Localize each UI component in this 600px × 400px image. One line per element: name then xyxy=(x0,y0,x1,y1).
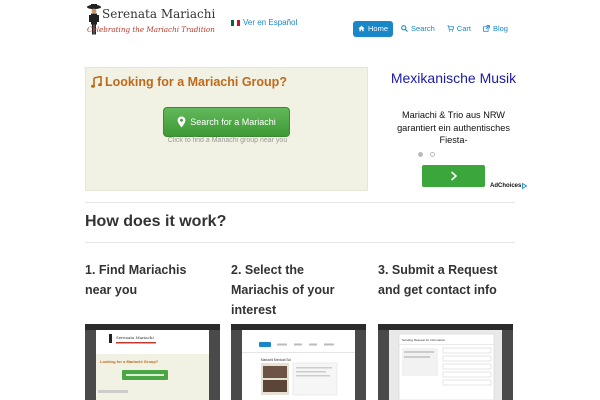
step-2-screenshot-content: Mariachi Mexicali Sol xyxy=(242,342,355,396)
ad-carousel-dot[interactable] xyxy=(430,152,435,157)
cart-icon xyxy=(447,25,454,32)
search-icon xyxy=(401,25,408,32)
advertisement[interactable]: Mexikanische Musik Mariachi & Trio aus N… xyxy=(382,67,528,193)
step-1-title: 1. Find Mariachis near you xyxy=(85,263,187,297)
hero-title-text: Looking for a Mariachi Group? xyxy=(105,75,287,89)
ad-carousel-dots xyxy=(418,152,458,157)
hero-search-panel: Looking for a Mariachi Group? Search for… xyxy=(85,67,368,191)
nav-search[interactable]: Search xyxy=(397,21,439,37)
chevron-right-icon xyxy=(450,171,457,181)
step-3-title: 3. Submit a Request and get contact info xyxy=(378,263,498,297)
thumb-site-title: Serenata Mariachi xyxy=(116,335,154,340)
site-logo[interactable]: Serenata Mariachi Celebrating the Mariac… xyxy=(86,2,220,36)
site-tagline: Celebrating the Mariachi Tradition xyxy=(87,25,215,34)
search-mariachi-button[interactable]: Search for a Mariachi xyxy=(163,107,290,137)
screenshot-page: Serenata Mariachi Looking for a Mariachi… xyxy=(96,330,209,400)
step-1-screenshot: Serenata Mariachi Looking for a Mariachi… xyxy=(85,324,220,400)
how-it-works-heading: How does it work? xyxy=(85,213,227,230)
mexico-flag-icon xyxy=(231,19,240,26)
divider xyxy=(85,242,515,243)
nav-home-label: Home xyxy=(368,24,389,33)
ad-text: Mariachi & Trio aus NRW garantiert ein a… xyxy=(397,110,510,145)
music-note-icon xyxy=(91,76,102,88)
hero-title: Looking for a Mariachi Group? xyxy=(91,75,287,89)
language-link[interactable]: Ver en Español xyxy=(231,18,297,27)
nav-blog-label: Blog xyxy=(492,24,508,33)
thumb-heading: Mariachi Mexicali Sol xyxy=(261,358,291,362)
ad-carousel-dot[interactable] xyxy=(418,152,423,157)
thumb-hero-title: Looking for a Mariachi Group? xyxy=(100,359,159,364)
ad-next-button[interactable] xyxy=(422,165,485,187)
adchoices-label: AdChoices xyxy=(490,183,522,189)
external-link-icon xyxy=(483,25,490,32)
ad-title[interactable]: Mexikanische Musik xyxy=(382,70,525,87)
main-nav: Home Search Cart Blog xyxy=(353,20,516,37)
nav-search-label: Search xyxy=(411,24,435,33)
adchoices-link[interactable]: AdChoices xyxy=(490,183,528,189)
screenshot-page: Sending Request for Information xyxy=(389,330,502,400)
search-mariachi-button-label: Search for a Mariachi xyxy=(190,117,276,127)
hero-hint: Click to find a Mariachi group near you xyxy=(167,137,288,144)
step-2-screenshot: Mariachi Mexicali Sol xyxy=(231,324,366,400)
screenshot-page: Mariachi Mexicali Sol xyxy=(242,330,355,400)
step-2-title: 2. Select the Mariachis of your interest xyxy=(231,263,335,317)
site-title: Serenata Mariachi xyxy=(102,7,216,21)
nav-cart-label: Cart xyxy=(456,24,471,33)
nav-blog[interactable]: Blog xyxy=(479,21,512,37)
step-3-screenshot: Sending Request for Information xyxy=(378,324,513,400)
step-3-screenshot-content: Sending Request for Information xyxy=(389,330,502,400)
nav-home[interactable]: Home xyxy=(353,20,394,37)
nav-cart[interactable]: Cart xyxy=(443,21,475,37)
thumb-heading: Sending Request for Information xyxy=(402,338,446,342)
divider xyxy=(85,202,515,203)
map-marker-icon xyxy=(177,116,186,128)
adchoices-icon xyxy=(522,183,528,189)
language-link-label: Ver en Español xyxy=(243,18,298,27)
home-icon xyxy=(358,25,365,32)
step-1-screenshot-content: Serenata Mariachi Looking for a Mariachi… xyxy=(96,334,209,400)
